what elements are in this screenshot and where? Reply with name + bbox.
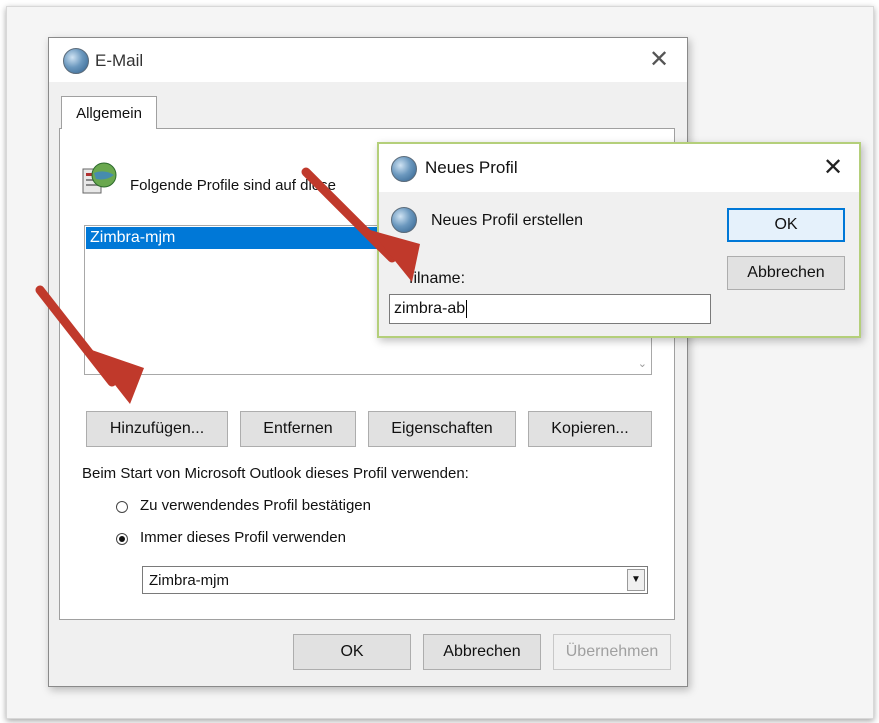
mail-globe-icon (63, 48, 89, 74)
profile-select-value: Zimbra-mjm (149, 572, 229, 589)
profile-name-input[interactable]: zimbra-ab (389, 294, 711, 324)
profiles-server-icon (80, 159, 118, 197)
profile-name-label: filname: (409, 270, 466, 287)
new-profile-cancel-label: Abbrechen (747, 264, 825, 281)
text-caret (466, 299, 468, 318)
tab-label: Allgemein (76, 105, 142, 122)
copy-button-label: Kopieren... (551, 420, 629, 437)
radio-always-profile[interactable] (116, 533, 128, 545)
new-profile-title: Neues Profil (425, 158, 518, 177)
add-profile-button[interactable]: Hinzufügen... (86, 411, 228, 447)
new-profile-titlebar: Neues Profil ✕ (379, 144, 859, 192)
properties-button[interactable]: Eigenschaften (368, 411, 516, 447)
mail-globe-icon (391, 156, 417, 182)
close-icon[interactable]: ✕ (645, 46, 673, 74)
apply-button-label: Übernehmen (565, 643, 659, 660)
radio-always-label[interactable]: Immer dieses Profil verwenden (140, 529, 346, 546)
new-profile-ok-button[interactable]: OK (727, 208, 845, 242)
remove-button-label: Entfernen (263, 420, 333, 437)
add-button-label: Hinzufügen... (109, 420, 205, 437)
new-profile-cancel-button[interactable]: Abbrechen (727, 256, 845, 290)
apply-button[interactable]: Übernehmen (553, 634, 671, 670)
ok-button[interactable]: OK (293, 634, 411, 670)
radio-confirm-label[interactable]: Zu verwendendes Profil bestätigen (140, 497, 371, 514)
cancel-button[interactable]: Abbrechen (423, 634, 541, 670)
profile-select[interactable]: Zimbra-mjm ▼ (142, 566, 648, 594)
email-dialog-title: E-Mail (95, 51, 144, 70)
copy-profile-button[interactable]: Kopieren... (528, 411, 652, 447)
chevron-down-icon[interactable]: ▼ (627, 569, 645, 591)
close-icon[interactable]: ✕ (819, 154, 847, 182)
radio-confirm-profile[interactable] (116, 501, 128, 513)
cancel-button-label: Abbrechen (443, 643, 521, 660)
email-titlebar: E-Mail ✕ (49, 38, 687, 82)
profiles-caption: Folgende Profile sind auf diese (130, 177, 336, 194)
new-profile-heading: Neues Profil erstellen (431, 212, 584, 229)
profile-list-item[interactable]: Zimbra-mjm (86, 227, 390, 249)
properties-button-label: Eigenschaften (391, 420, 493, 437)
ok-button-label: OK (340, 643, 364, 660)
new-profile-dialog: Neues Profil ✕ Neues Profil erstellen fi… (377, 142, 861, 338)
startup-label: Beim Start von Microsoft Outlook dieses … (82, 465, 469, 482)
new-profile-ok-label: OK (774, 216, 798, 233)
scroll-down-icon[interactable]: ⌄ (638, 357, 647, 370)
email-dialog: E-Mail ✕ Allgemein Folgende Profile sind… (48, 37, 688, 687)
tab-allgemein[interactable]: Allgemein (61, 96, 157, 129)
mail-globe-icon (391, 207, 417, 233)
profile-name-value: zimbra-ab (394, 300, 466, 317)
remove-profile-button[interactable]: Entfernen (240, 411, 356, 447)
